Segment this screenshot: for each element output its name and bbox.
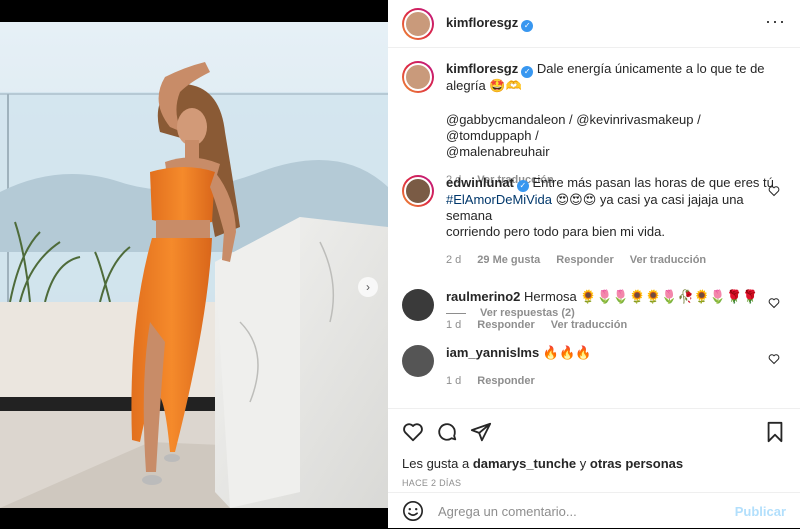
verified-badge-icon: ✓: [521, 66, 534, 78]
see-translation-link[interactable]: Ver traducción: [551, 317, 627, 333]
comment-text: 🔥🔥🔥: [542, 345, 592, 360]
next-slide-button[interactable]: ›: [358, 277, 378, 297]
like-heart-icon[interactable]: [402, 421, 424, 443]
publish-button[interactable]: Publicar: [735, 504, 786, 519]
comment-time: 2 d: [446, 254, 462, 266]
author-avatar[interactable]: [402, 7, 434, 40]
comment-bubble-icon[interactable]: [436, 421, 458, 443]
liked-by-others[interactable]: otras personas: [590, 456, 683, 471]
smile-icon[interactable]: [402, 500, 424, 522]
hashtag-link[interactable]: #ElAmorDeMiVida: [446, 192, 552, 207]
commenter-avatar[interactable]: [402, 175, 434, 207]
comment: iam_yannislms 🔥🔥🔥 1 d Responder: [402, 345, 786, 389]
comment-text-cont-2: corriendo pero todo para bien mi vida.: [446, 224, 665, 239]
share-paper-plane-icon[interactable]: [470, 421, 492, 443]
comment-input[interactable]: [438, 503, 735, 519]
heart-icon[interactable]: [768, 353, 780, 365]
caption-mentions[interactable]: @gabbycmandaleon / @kevinrivasmakeup / @…: [446, 112, 786, 144]
comments-list[interactable]: kimfloresgz ✓ Dale energía únicamente a l…: [388, 49, 800, 408]
save-bookmark-icon[interactable]: [764, 421, 786, 443]
caption-username[interactable]: kimfloresgz: [446, 61, 518, 76]
author-username[interactable]: kimfloresgz ✓: [446, 15, 534, 32]
heart-icon[interactable]: [768, 297, 780, 309]
reply-link[interactable]: Responder: [477, 317, 534, 333]
comment: edwinlunat ✓ Entre más pasan las horas de…: [402, 175, 786, 268]
verified-badge-icon: ✓: [521, 20, 534, 32]
see-translation-link[interactable]: Ver traducción: [630, 252, 706, 268]
photo-illustration: [0, 22, 388, 508]
comment-username[interactable]: iam_yannislms: [446, 345, 539, 360]
caption: kimfloresgz ✓ Dale energía únicamente a l…: [402, 61, 786, 188]
likes-summary[interactable]: Les gusta a damarys_tunche y otras perso…: [402, 456, 683, 471]
chevron-right-icon: ›: [366, 280, 370, 294]
liked-by-user[interactable]: damarys_tunche: [473, 456, 576, 471]
comment-likes-count[interactable]: 29 Me gusta: [477, 252, 540, 268]
caption-avatar[interactable]: [402, 61, 434, 93]
comment-username[interactable]: edwinlunat: [446, 175, 514, 190]
post-photo[interactable]: ›: [0, 22, 388, 508]
comment-time: 1 d: [446, 319, 462, 331]
comment-username[interactable]: raulmerino2: [446, 289, 520, 304]
heart-icon[interactable]: [768, 185, 780, 197]
instagram-post-window: › kimfloresgz ✓ ··· kimfloresgz ✓ Dale e…: [0, 0, 800, 528]
reply-link[interactable]: Responder: [477, 373, 534, 389]
post-actions: Les gusta a damarys_tunche y otras perso…: [388, 408, 800, 528]
comment: raulmerino2 Hermosa 🌻🌷🌷🌻🌻🌷🥀🌻🌷🌹🌹 1 d Resp…: [402, 289, 786, 333]
comment-time: 1 d: [446, 375, 462, 387]
comment-text: Entre más pasan las horas de que eres tú: [532, 175, 774, 190]
verified-badge-icon: ✓: [516, 180, 529, 192]
post-timestamp[interactable]: HACE 2 DÍAS: [402, 478, 461, 488]
add-comment-bar: Publicar: [388, 492, 800, 529]
comment-text: Hermosa 🌻🌷🌷🌻🌻🌷🥀🌻🌷🌹🌹: [524, 289, 759, 304]
commenter-avatar[interactable]: [402, 345, 434, 377]
post-header: kimfloresgz ✓ ···: [388, 0, 800, 48]
reply-link[interactable]: Responder: [556, 252, 613, 268]
likes-prefix: Les gusta a: [402, 456, 470, 471]
likes-conj: y: [579, 456, 587, 471]
more-options-button[interactable]: ···: [765, 12, 786, 32]
photo-bottom-letterbox: [0, 508, 388, 528]
caption-mentions-2[interactable]: @malenabreuhair: [446, 144, 786, 160]
commenter-avatar[interactable]: [402, 289, 434, 321]
post-details-panel: kimfloresgz ✓ ··· kimfloresgz ✓ Dale energ…: [388, 0, 800, 528]
